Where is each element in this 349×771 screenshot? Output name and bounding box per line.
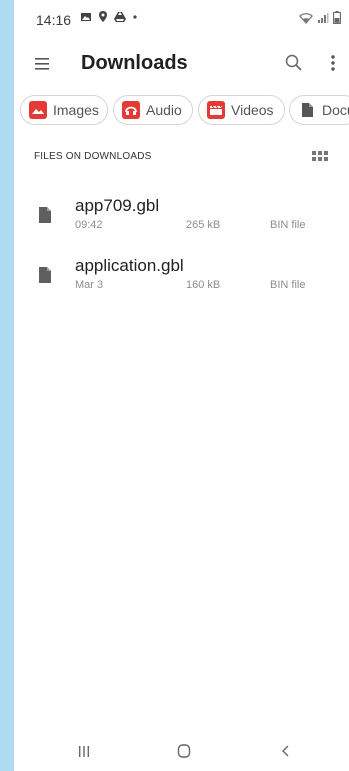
- headphones-icon: [122, 101, 140, 119]
- grid-view-button[interactable]: [310, 146, 330, 166]
- file-name: app709.gbl: [75, 196, 160, 215]
- battery-icon: [333, 11, 341, 24]
- home-button[interactable]: [174, 741, 194, 761]
- signal-icon: [318, 12, 329, 23]
- status-icons: [80, 11, 138, 23]
- chip-images-label: Images: [53, 102, 99, 118]
- status-right-icons: [299, 11, 341, 24]
- file-size: 160 kB: [186, 279, 221, 291]
- app-bar: Downloads: [14, 44, 349, 84]
- chip-images[interactable]: Images: [20, 95, 108, 125]
- document-icon: [298, 101, 316, 119]
- category-chips: Images Audio Videos Docu: [14, 95, 349, 125]
- system-nav-bar: [14, 735, 349, 771]
- back-button[interactable]: [276, 741, 296, 761]
- chip-documents-label: Docu: [322, 102, 349, 118]
- file-icon: [39, 207, 51, 223]
- search-button[interactable]: [282, 51, 306, 75]
- wifi-icon: [299, 12, 313, 24]
- search-icon: [285, 54, 302, 71]
- grid-view-icon: [312, 151, 328, 161]
- file-date: Mar 3: [75, 279, 104, 291]
- status-bar: 14:16: [14, 0, 349, 38]
- dot-icon: [133, 15, 137, 19]
- location-icon: [99, 11, 107, 22]
- hamburger-menu-icon: [35, 58, 49, 70]
- drive-icon: [114, 12, 126, 22]
- chip-audio-label: Audio: [146, 102, 182, 118]
- more-vertical-icon: [331, 55, 335, 71]
- file-size: 265 kB: [186, 219, 221, 231]
- page-title: Downloads: [81, 52, 188, 74]
- chip-documents[interactable]: Docu: [289, 95, 349, 125]
- section-title: FILES ON DOWNLOADS: [34, 151, 152, 162]
- more-options-button[interactable]: [321, 51, 345, 75]
- chip-videos[interactable]: Videos: [198, 95, 285, 125]
- back-icon: [282, 745, 289, 757]
- chip-videos-label: Videos: [231, 102, 274, 118]
- hamburger-menu-button[interactable]: [32, 52, 56, 76]
- clapperboard-icon: [207, 101, 225, 119]
- phone-screen: 14:16 Downloads Images Audio Videos Doc …: [14, 0, 349, 771]
- status-time: 14:16: [36, 12, 72, 28]
- file-row[interactable]: application.gbl Mar 3 160 kB BIN file: [14, 256, 349, 304]
- recent-apps-button[interactable]: [74, 741, 94, 761]
- gallery-icon: [81, 13, 91, 21]
- file-date: 09:42: [75, 219, 103, 231]
- file-type: BIN file: [270, 219, 306, 231]
- file-row[interactable]: app709.gbl 09:42 265 kB BIN file: [14, 196, 349, 244]
- image-icon: [29, 101, 47, 119]
- home-icon: [177, 744, 191, 758]
- file-name: application.gbl: [75, 256, 184, 275]
- file-icon: [39, 267, 51, 283]
- recent-apps-icon: [79, 746, 89, 757]
- file-type: BIN file: [270, 279, 306, 291]
- chip-audio[interactable]: Audio: [113, 95, 193, 125]
